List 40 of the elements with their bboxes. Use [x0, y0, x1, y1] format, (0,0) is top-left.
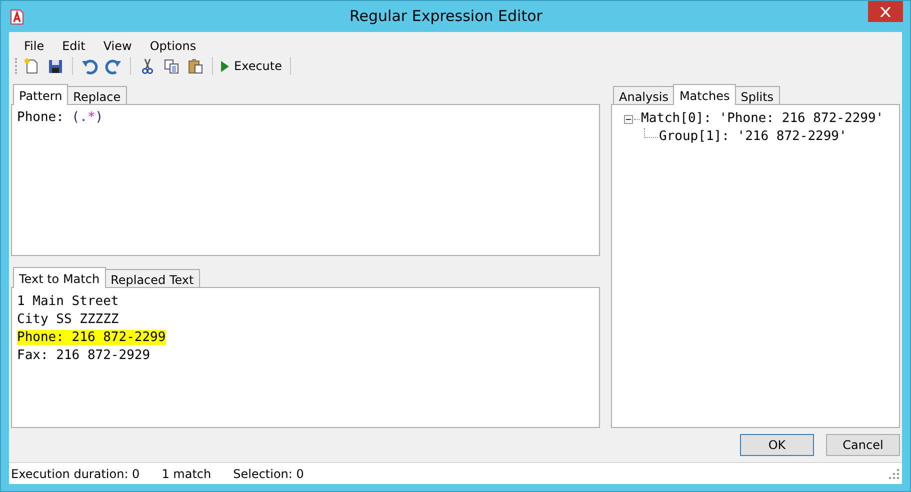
cancel-button[interactable]: Cancel — [826, 434, 900, 456]
tab[interactable]: Text to Match — [13, 267, 106, 288]
status-text: Selection: 0 — [233, 466, 304, 482]
tab[interactable]: Analysis — [613, 86, 674, 105]
menu-item[interactable]: Edit — [53, 35, 94, 54]
tab[interactable]: Replaced Text — [104, 269, 200, 288]
text-line: City SS ZZZZZ — [17, 312, 119, 327]
status-text: 1 match — [162, 466, 212, 482]
menu-item[interactable]: Options — [140, 35, 206, 54]
paste-icon[interactable] — [187, 58, 204, 74]
tab[interactable]: Pattern — [13, 84, 68, 105]
undo-icon[interactable] — [81, 58, 98, 74]
menu-item[interactable]: File — [15, 35, 54, 54]
close-icon — [880, 6, 891, 16]
ok-button[interactable]: OK — [740, 434, 814, 456]
text-line: 1 Main Street — [17, 294, 119, 309]
play-icon — [221, 60, 229, 72]
save-icon[interactable] — [47, 58, 64, 74]
window-title: Regular Expression Editor — [348, 6, 544, 28]
close-button[interactable] — [868, 1, 903, 22]
tab[interactable]: Matches — [673, 84, 736, 105]
collapse-icon[interactable] — [624, 114, 633, 124]
resize-grip-icon[interactable] — [889, 468, 899, 478]
tab[interactable]: Replace — [67, 86, 127, 105]
scissors-icon[interactable] — [139, 58, 156, 74]
execute-button[interactable]: Execute — [219, 56, 284, 76]
matches-tree[interactable]: Match[0]: 'Phone: 216 872-2299' Group[1]: '216 872-2299' — [611, 104, 900, 428]
status-text: Execution duration: 0 — [11, 466, 140, 482]
text-line: Fax: 216 872-2929 — [17, 348, 150, 363]
text-editor[interactable]: 1 Main Street City SS ZZZZZ Phone: 216 872-2299 Fax: 216 872-2929 — [11, 287, 600, 428]
pattern-editor[interactable]: Phone: (.*) — [11, 104, 600, 256]
tree-node[interactable]: Group[1]: '216 872-2299' — [659, 128, 847, 146]
new-file-icon[interactable] — [23, 58, 40, 74]
pattern-text: Phone: (.*) — [17, 110, 104, 125]
tree-node[interactable]: Match[0]: 'Phone: 216 872-2299' — [641, 110, 884, 128]
copy-icon[interactable] — [163, 58, 180, 74]
redo-icon[interactable] — [105, 58, 122, 74]
menu-item[interactable]: View — [94, 35, 141, 54]
tab[interactable]: Splits — [734, 86, 780, 105]
app-icon — [10, 8, 24, 24]
